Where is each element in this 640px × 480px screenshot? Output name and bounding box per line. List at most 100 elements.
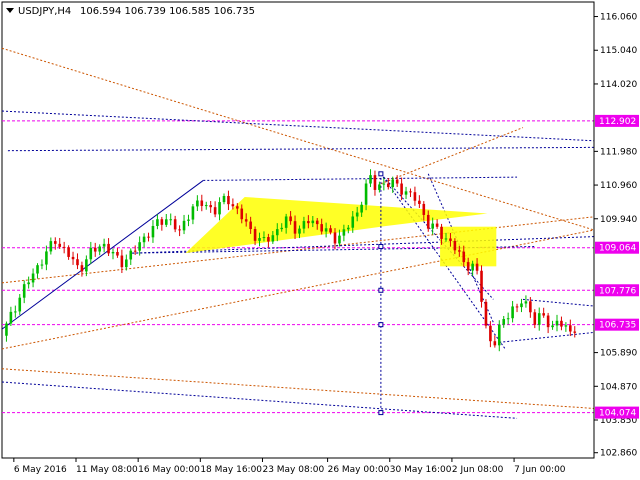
candle-body	[546, 315, 550, 328]
candle-body	[18, 297, 22, 312]
candle-body	[440, 226, 443, 239]
candle-body	[271, 235, 275, 242]
price-tick-label: 105.890	[600, 349, 637, 359]
candle-body	[62, 246, 66, 248]
candle-body	[453, 240, 457, 251]
candle-body	[89, 247, 93, 260]
price-axis: 116.060 115.040 114.020 111.980 110.960 109.9…	[593, 2, 637, 459]
candle-body	[338, 235, 341, 244]
candle-body	[449, 238, 452, 241]
candle-body	[222, 195, 226, 203]
candle-body	[249, 221, 252, 230]
candle-body	[160, 219, 164, 225]
candle-body	[431, 223, 434, 229]
candle-body	[147, 236, 150, 238]
candle-body	[560, 320, 563, 327]
candle-body	[382, 183, 386, 185]
candle-body	[289, 216, 292, 222]
candle-body	[53, 241, 57, 244]
candle-body	[156, 219, 159, 226]
candle-body	[173, 219, 177, 230]
time-tick-label: 30 May 16:00	[390, 465, 452, 475]
candle-body	[36, 265, 39, 274]
candle-body	[466, 262, 470, 271]
candle-body	[200, 200, 204, 206]
candle-body	[120, 255, 124, 268]
projection-marker	[378, 322, 384, 328]
candle-body	[236, 206, 239, 209]
candle-body	[9, 311, 13, 324]
candle-body	[475, 263, 479, 271]
candle-body	[529, 301, 532, 313]
candle-body	[204, 205, 208, 207]
candle-body	[569, 325, 572, 332]
candle-body	[355, 212, 359, 217]
candle-body	[67, 247, 70, 257]
candle-body	[515, 306, 519, 308]
candle-body	[324, 228, 328, 232]
candle-body	[169, 219, 173, 221]
candle-body	[262, 237, 266, 239]
candle-body	[400, 183, 403, 195]
candle-body	[253, 229, 257, 241]
price-tick-label: 111.980	[600, 147, 637, 157]
candle-body	[142, 236, 146, 243]
candle-body	[102, 243, 106, 247]
candle-body	[520, 303, 523, 308]
candle-body	[125, 259, 128, 268]
candle-body	[502, 319, 506, 325]
candle-body	[489, 325, 492, 342]
candle-body	[426, 214, 430, 229]
candle-body	[116, 251, 119, 256]
price-chart[interactable]: 116.060 115.040 114.020 111.980 110.960 109.9…	[0, 0, 640, 480]
candle-body	[240, 208, 244, 220]
level-tag-label: 107.776	[599, 286, 636, 296]
ohlc-label: 106.594 106.739 106.585 106.735	[80, 6, 255, 17]
candle-body	[307, 221, 310, 224]
candle-body	[320, 224, 323, 232]
candle-body	[422, 203, 426, 215]
candle-body	[71, 256, 75, 260]
candle-body	[293, 221, 297, 234]
candle-body	[342, 229, 346, 236]
projection-marker	[378, 171, 384, 177]
level-tag-label: 106.735	[599, 321, 636, 331]
candle-body	[493, 341, 497, 346]
candle-body	[58, 243, 62, 247]
candle-body	[542, 313, 545, 316]
candle-body	[364, 183, 368, 205]
candle-body	[22, 284, 26, 298]
candle-body	[5, 323, 8, 336]
time-axis: 6 May 2016 11 May 08:00 16 May 00:00 18 May…	[13, 458, 566, 475]
candle-body	[164, 219, 168, 225]
price-tick-label: 115.040	[600, 46, 637, 56]
candle-body	[373, 175, 377, 190]
candle-body	[506, 318, 510, 320]
candle-body	[462, 251, 466, 263]
symbol-label: USDJPY,H4	[18, 6, 71, 17]
candle-body	[76, 259, 79, 266]
candle-body	[404, 191, 408, 195]
candle-body	[231, 204, 235, 207]
candle-body	[351, 216, 355, 228]
candle-body	[395, 179, 399, 184]
candle-body	[80, 265, 84, 272]
level-tag-label: 112.902	[599, 117, 636, 127]
price-tick-label: 114.020	[600, 80, 637, 90]
candle-body	[551, 325, 554, 328]
candle-body	[151, 225, 155, 238]
time-tick-label: 6 May 2016	[14, 465, 67, 475]
candle-body	[133, 250, 137, 252]
candle-body	[209, 205, 212, 208]
candle-body	[27, 282, 30, 285]
candle-body	[129, 250, 133, 260]
candle-body	[329, 228, 332, 233]
candle-body	[315, 220, 319, 225]
candle-body	[302, 221, 306, 229]
price-tick-label: 102.860	[600, 449, 637, 459]
candle-body	[14, 311, 17, 313]
time-tick-label: 16 May 00:00	[138, 465, 200, 475]
candle-body	[484, 301, 488, 326]
chart-header: USDJPY,H4 106.594 106.739 106.585 106.73…	[6, 6, 255, 17]
level-tag-label: 109.064	[599, 244, 636, 254]
